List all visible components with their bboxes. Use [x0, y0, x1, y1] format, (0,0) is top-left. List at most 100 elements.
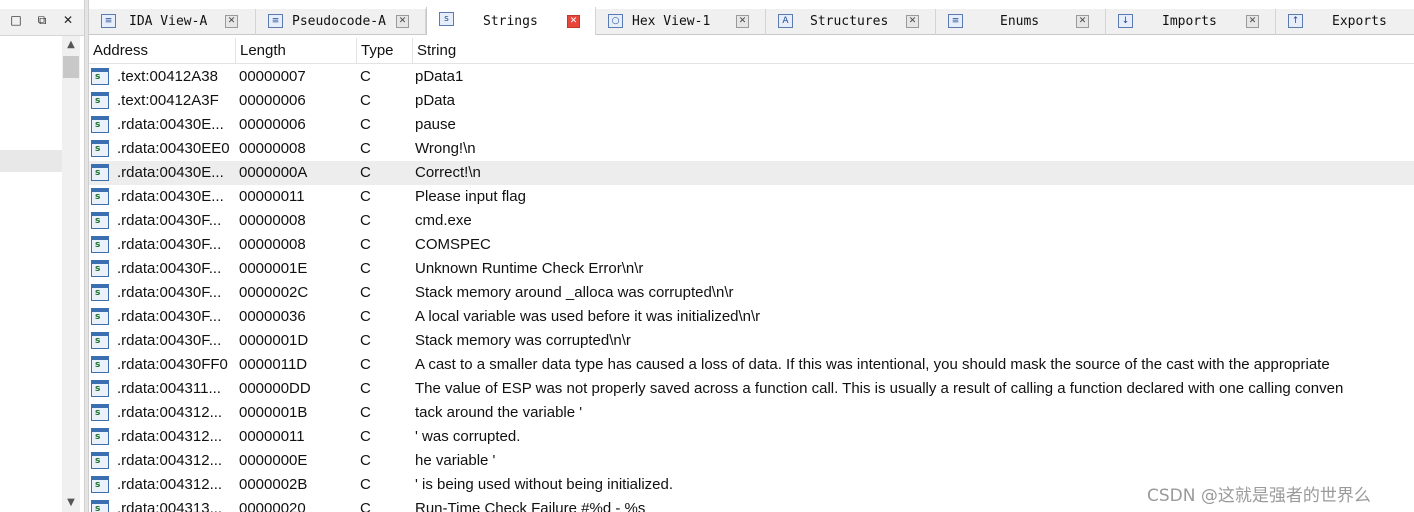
length-cell: 0000002B: [239, 476, 308, 493]
table-row[interactable]: s .rdata:004312... 0000001B Ctack around th…: [89, 401, 1414, 425]
type-cell: C: [360, 284, 371, 301]
close-tab-icon[interactable]: ✕: [906, 15, 919, 28]
length-cell: 0000000E: [239, 452, 308, 469]
tab-exports[interactable]: ↑ Exports: [1276, 9, 1414, 35]
column-header-address[interactable]: Address: [89, 38, 236, 64]
string-item-icon-glyph: s: [95, 192, 101, 202]
tab-strings[interactable]: s Strings ✕: [426, 7, 596, 35]
type-cell: C: [360, 308, 371, 325]
table-row[interactable]: s .rdata:004312... 0000000E Che variable ': [89, 449, 1414, 473]
type-cell: C: [360, 404, 371, 421]
address-cell: .rdata:00430FF0: [117, 356, 228, 373]
string-cell: tack around the variable ': [415, 404, 583, 421]
scrollbar-thumb[interactable]: [63, 56, 79, 78]
vertical-scrollbar[interactable]: ▲ ▼: [62, 36, 80, 512]
string-item-icon-glyph: s: [95, 408, 101, 418]
column-header-length[interactable]: Length: [236, 38, 357, 64]
table-row[interactable]: s .rdata:00430F... 0000001E C Unknown Runtim…: [89, 257, 1414, 281]
close-tab-icon[interactable]: ✕: [736, 15, 749, 28]
tab-hex-view-1[interactable]: ○ Hex View-1 ✕: [596, 9, 766, 35]
string-item-icon: s: [91, 356, 109, 373]
type-cell: C: [360, 188, 371, 205]
tab-pseudocode-a[interactable]: ≡ Pseudocode-A ✕: [256, 9, 426, 35]
left-pane-selected-item[interactable]: [0, 150, 62, 172]
string-item-icon-glyph: s: [95, 168, 101, 178]
string-item-icon: s: [91, 308, 109, 325]
tab-enums[interactable]: ≡ Enums ✕: [936, 9, 1106, 35]
strings-table-body: s .text:00412A38 00000007 CpData1 s .text:004…: [89, 65, 1414, 512]
type-cell: C: [360, 116, 371, 133]
tab-structures[interactable]: A Structures ✕: [766, 9, 936, 35]
length-cell: 00000006: [239, 116, 306, 133]
string-item-icon-glyph: s: [95, 432, 101, 442]
table-row[interactable]: s .rdata:004312... 00000011 C ' was corrupte…: [89, 425, 1414, 449]
length-cell: 00000011: [239, 428, 305, 445]
type-cell: C: [360, 380, 371, 397]
table-row[interactable]: s .rdata:00430F... 00000008 C COMSPEC: [89, 233, 1414, 257]
address-cell: .text:00412A3F: [117, 92, 219, 109]
string-cell: pData: [415, 92, 456, 109]
scroll-down-icon[interactable]: ▼: [62, 494, 80, 512]
scroll-up-icon[interactable]: ▲: [62, 36, 80, 54]
string-cell: ' was corrupted.: [415, 428, 521, 445]
exports-icon: ↑: [1288, 14, 1303, 28]
close-tab-icon[interactable]: ✕: [1246, 15, 1259, 28]
string-item-icon: s: [91, 380, 109, 397]
string-cell: cmd.exe: [415, 212, 472, 229]
table-row[interactable]: s .rdata:00430E... 00000006 Cpause: [89, 113, 1414, 137]
table-row[interactable]: s .rdata:00430F... 00000036 C A local variab…: [89, 305, 1414, 329]
length-cell: 0000000A: [239, 164, 308, 181]
string-item-icon: s: [91, 92, 109, 109]
length-cell: 00000007: [239, 68, 306, 85]
table-row[interactable]: s .rdata:00430E... 00000011 C Please input f…: [89, 185, 1414, 209]
string-item-icon-glyph: s: [95, 336, 101, 346]
restore-icon[interactable]: ⧉: [34, 12, 50, 28]
type-cell: C: [360, 212, 371, 229]
string-item-icon: s: [91, 476, 109, 493]
table-row[interactable]: s .rdata:00430F... 00000008 Ccmd.exe: [89, 209, 1414, 233]
type-cell: C: [360, 140, 371, 157]
hex-view-icon: ○: [608, 14, 623, 28]
column-header-type[interactable]: Type: [357, 38, 413, 64]
close-tab-icon[interactable]: ✕: [225, 15, 238, 28]
table-row[interactable]: s .text:00412A3F 00000006 CpData: [89, 89, 1414, 113]
ida-view-icon: ≡: [101, 14, 116, 28]
length-cell: 0000011D: [239, 356, 308, 373]
string-item-icon: s: [91, 404, 109, 421]
type-cell: C: [360, 92, 371, 109]
string-item-icon-glyph: s: [95, 456, 101, 466]
tab-label: Structures: [810, 14, 889, 29]
string-item-icon-glyph: s: [95, 264, 101, 274]
table-row[interactable]: s .rdata:00430F... 0000001D C Stack memory w…: [89, 329, 1414, 353]
string-item-icon: s: [91, 140, 109, 157]
string-item-icon-glyph: s: [95, 480, 101, 490]
address-cell: .rdata:004312...: [117, 452, 223, 469]
table-row[interactable]: s .rdata:00430E... 0000000A C Correct!\n: [89, 161, 1414, 185]
close-tab-icon[interactable]: ✕: [567, 15, 580, 28]
tab-label: Enums: [1000, 14, 1040, 29]
string-item-icon-glyph: s: [95, 360, 101, 370]
length-cell: 000000DD: [239, 380, 311, 397]
string-cell: COMSPEC: [415, 236, 491, 253]
close-tab-icon[interactable]: ✕: [396, 15, 409, 28]
table-row[interactable]: s .rdata:00430FF0 0000011D C A cast to a sma…: [89, 353, 1414, 377]
tab-imports[interactable]: ↓ Imports ✕: [1106, 9, 1276, 35]
type-cell: C: [360, 332, 371, 349]
left-pane-list[interactable]: [0, 36, 62, 512]
table-row[interactable]: s .rdata:004311... 000000DD C The value of E…: [89, 377, 1414, 401]
close-tab-icon[interactable]: ✕: [1076, 15, 1089, 28]
maximize-icon[interactable]: □: [8, 12, 24, 28]
tab-ida-view-a[interactable]: ≡ IDA View-A ✕: [89, 9, 256, 35]
column-header-string[interactable]: String: [413, 38, 1414, 64]
string-item-icon: s: [91, 500, 109, 512]
watermark: CSDN @这就是强者的世界么: [1147, 486, 1371, 506]
length-cell: 00000036: [239, 308, 306, 325]
string-item-icon: s: [91, 212, 109, 229]
close-icon[interactable]: ✕: [60, 12, 76, 28]
string-item-icon: s: [91, 452, 109, 469]
string-item-icon-glyph: s: [95, 240, 101, 250]
table-row[interactable]: s .rdata:00430EE0 00000008 C Wrong!\n: [89, 137, 1414, 161]
table-row[interactable]: s .rdata:00430F... 0000002C C Stack memory a…: [89, 281, 1414, 305]
table-row[interactable]: s .text:00412A38 00000007 CpData1: [89, 65, 1414, 89]
type-cell: C: [360, 476, 371, 493]
